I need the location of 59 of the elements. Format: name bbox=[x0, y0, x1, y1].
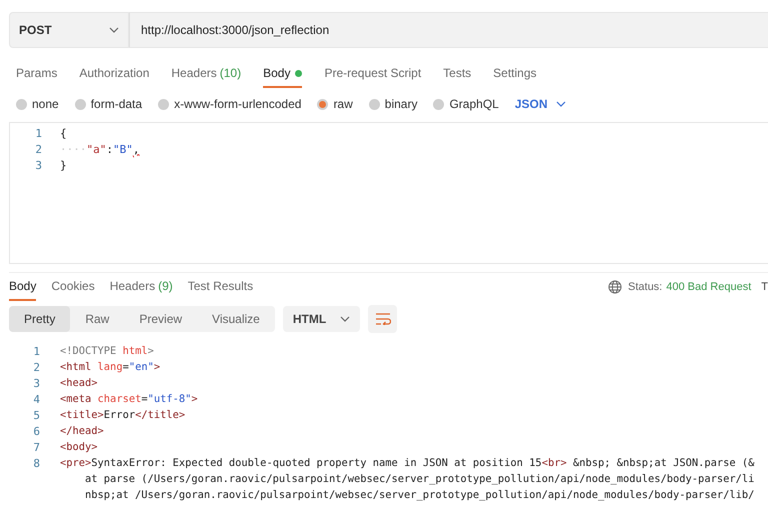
response-tab[interactable]: Cookies bbox=[51, 273, 95, 301]
code-line: <html lang="en"> bbox=[60, 361, 160, 373]
code-line: ····"a":"B", bbox=[60, 142, 140, 156]
code-line: at parse (/Users/goran.raovic/pulsarpoint/websec/server_prototype_pollution/api/node_modules/body-parser/li bbox=[85, 473, 754, 485]
request-tab[interactable]: Authorization bbox=[79, 59, 150, 87]
line-number: 2 bbox=[34, 142, 42, 156]
request-tab[interactable]: Params bbox=[16, 59, 58, 87]
url-field[interactable]: http://localhost:3000/json_reflection bbox=[129, 12, 768, 48]
response-time-label: T bbox=[761, 281, 768, 293]
view-mode-tab[interactable]: Raw bbox=[70, 306, 124, 332]
line-number: 3 bbox=[32, 376, 40, 390]
response-tab[interactable]: Body bbox=[9, 273, 36, 301]
chevron-down-icon bbox=[340, 316, 350, 322]
body-type-radio[interactable]: form-data bbox=[74, 97, 142, 111]
body-type-radio[interactable]: GraphQL bbox=[433, 97, 499, 111]
line-number: 7 bbox=[32, 440, 40, 454]
line-number: 5 bbox=[32, 408, 40, 422]
code-line: <!DOCTYPE html> bbox=[60, 345, 154, 357]
line-number: 8 bbox=[32, 456, 40, 470]
line-number: 1 bbox=[32, 344, 40, 358]
view-mode-tab[interactable]: Pretty bbox=[9, 306, 70, 332]
code-line: } bbox=[60, 158, 67, 172]
code-line: <body> bbox=[60, 441, 98, 453]
request-tab[interactable]: Headers (10) bbox=[171, 59, 242, 87]
request-tab[interactable]: Tests bbox=[443, 59, 472, 87]
line-number: 6 bbox=[32, 424, 40, 438]
response-format-dropdown[interactable]: HTML bbox=[282, 306, 360, 332]
line-number: 1 bbox=[34, 126, 42, 140]
line-number: 3 bbox=[34, 158, 42, 172]
code-line: <meta charset="utf-8"> bbox=[60, 393, 198, 405]
body-type-radio[interactable]: raw bbox=[317, 97, 353, 111]
globe-icon bbox=[608, 280, 622, 294]
code-line: <title>Error</title> bbox=[60, 409, 186, 421]
response-tab[interactable]: Test Results bbox=[188, 273, 254, 301]
code-editor[interactable]: 1 { 2 ····"a":"B", 3 } bbox=[9, 122, 768, 264]
code-line: <pre>SyntaxError: Expected double-quoted property name in JSON at position 15<br> &nbsp; &nbsp;at JSON.parse (& bbox=[60, 457, 754, 469]
body-type-radio[interactable]: x-www-form-urlencoded bbox=[158, 97, 302, 111]
request-tab[interactable]: Settings bbox=[493, 59, 537, 87]
wrap-lines-icon bbox=[374, 313, 391, 325]
code-line: nbsp;at /Users/goran.raovic/pulsarpoint/websec/server_prototype_pollution/api/node_modules/body-parser/lib/ bbox=[85, 489, 754, 501]
status-label: Status: bbox=[628, 281, 662, 293]
chevron-down-icon bbox=[556, 101, 566, 107]
code-line: </head> bbox=[60, 425, 104, 437]
line-number: 4 bbox=[32, 392, 40, 406]
request-tab[interactable]: Body bbox=[263, 59, 290, 87]
body-type-radio[interactable]: none bbox=[16, 97, 59, 111]
response-tab[interactable]: Headers (9) bbox=[110, 273, 173, 301]
code-line: { bbox=[60, 126, 67, 140]
body-type-radio[interactable]: binary bbox=[368, 97, 418, 111]
format-dropdown[interactable]: JSON bbox=[514, 97, 566, 111]
view-mode-tab[interactable]: Visualize bbox=[197, 306, 275, 332]
code-line: <head> bbox=[60, 377, 98, 389]
line-number: 2 bbox=[32, 360, 40, 374]
chevron-down-icon bbox=[109, 27, 119, 33]
method-dropdown[interactable]: POST bbox=[9, 12, 129, 48]
request-tab[interactable]: Pre-request Script bbox=[324, 59, 422, 87]
wrap-lines-button[interactable] bbox=[368, 305, 398, 333]
status-value: 400 Bad Request bbox=[666, 281, 752, 293]
view-mode-tab[interactable]: Preview bbox=[124, 306, 198, 332]
